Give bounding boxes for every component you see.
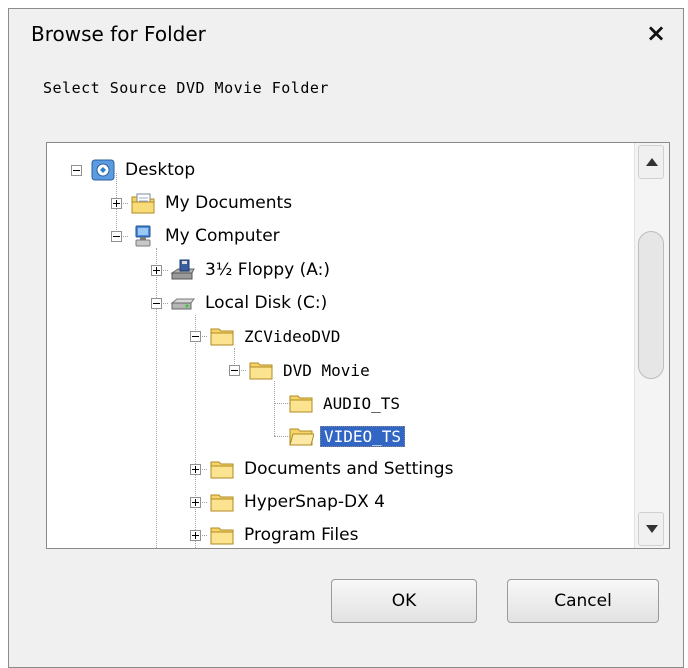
my-documents-icon [131, 193, 155, 214]
tree-item-label: AUDIO_TS [323, 393, 401, 413]
tree-item-video-ts[interactable]: VIDEO_TS [280, 422, 406, 450]
hard-disk-icon [170, 298, 195, 310]
dialog-title: Browse for Folder [31, 22, 206, 46]
tree-item-dvd-movie[interactable]: DVD Movie [229, 356, 373, 384]
floppy-drive-icon [170, 259, 195, 280]
tree-item-label: Documents and Settings [244, 459, 454, 479]
tree-item-my-documents[interactable]: My Documents [111, 189, 295, 217]
collapse-toggle[interactable] [190, 330, 201, 342]
expand-toggle[interactable] [111, 197, 122, 209]
expand-toggle[interactable] [190, 529, 201, 541]
tree-item-desktop[interactable]: Desktop [71, 156, 198, 184]
desktop-icon [91, 159, 115, 181]
folder-icon [289, 395, 313, 413]
collapse-toggle[interactable] [229, 364, 240, 376]
cancel-button[interactable]: Cancel [507, 579, 659, 623]
tree-item-label: 3½ Floppy (A:) [205, 260, 330, 280]
close-button[interactable]: × [643, 19, 669, 47]
folder-tree[interactable]: Desktop My Documents My Computer 3½ Flop… [46, 142, 670, 549]
ok-button[interactable]: OK [331, 579, 477, 623]
vertical-scrollbar[interactable] [634, 143, 669, 548]
expand-toggle[interactable] [190, 463, 201, 475]
title-bar: Browse for Folder × [9, 9, 683, 61]
browse-for-folder-dialog: Browse for Folder × Select Source DVD Mo… [8, 8, 684, 668]
tree-connector [274, 381, 275, 436]
folder-icon [210, 494, 234, 512]
tree-item-my-computer[interactable]: My Computer [111, 222, 283, 250]
collapse-toggle[interactable] [71, 164, 82, 176]
tree-item-audio-ts[interactable]: AUDIO_TS [280, 389, 403, 417]
tree-item-documents-and-settings[interactable]: Documents and Settings [190, 455, 456, 483]
tree-item-label: My Computer [165, 226, 280, 246]
tree-item-floppy[interactable]: 3½ Floppy (A:) [151, 256, 333, 284]
scroll-up-button[interactable] [638, 145, 664, 179]
tree-item-program-files[interactable]: Program Files [190, 521, 361, 548]
tree-item-local-disk[interactable]: Local Disk (C:) [151, 289, 330, 317]
close-icon: × [645, 19, 667, 47]
tree-item-label: My Documents [165, 193, 293, 213]
collapse-toggle[interactable] [111, 230, 122, 242]
folder-icon [249, 362, 273, 380]
tree-item-label: ZCVideoDVD [244, 326, 341, 346]
collapse-toggle[interactable] [151, 297, 162, 309]
tree-item-label: Local Disk (C:) [205, 293, 328, 313]
open-folder-icon [289, 428, 314, 446]
folder-icon [210, 461, 234, 479]
scroll-thumb[interactable] [638, 231, 664, 379]
scroll-down-button[interactable] [638, 512, 664, 546]
my-computer-icon [135, 225, 151, 247]
folder-icon [210, 527, 234, 545]
dialog-prompt: Select Source DVD Movie Folder [43, 79, 329, 97]
tree-item-label: HyperSnap-DX 4 [244, 492, 385, 512]
expand-toggle[interactable] [151, 264, 162, 276]
expand-toggle[interactable] [190, 496, 201, 508]
tree-item-label: VIDEO_TS [320, 425, 406, 447]
tree-item-label: Program Files [244, 525, 359, 545]
tree-item-label: Desktop [125, 160, 196, 180]
tree-item-hypersnap[interactable]: HyperSnap-DX 4 [190, 488, 388, 516]
folder-icon [210, 328, 234, 346]
tree-item-zcvideodvd[interactable]: ZCVideoDVD [190, 322, 343, 350]
tree-item-label: DVD Movie [283, 360, 370, 380]
